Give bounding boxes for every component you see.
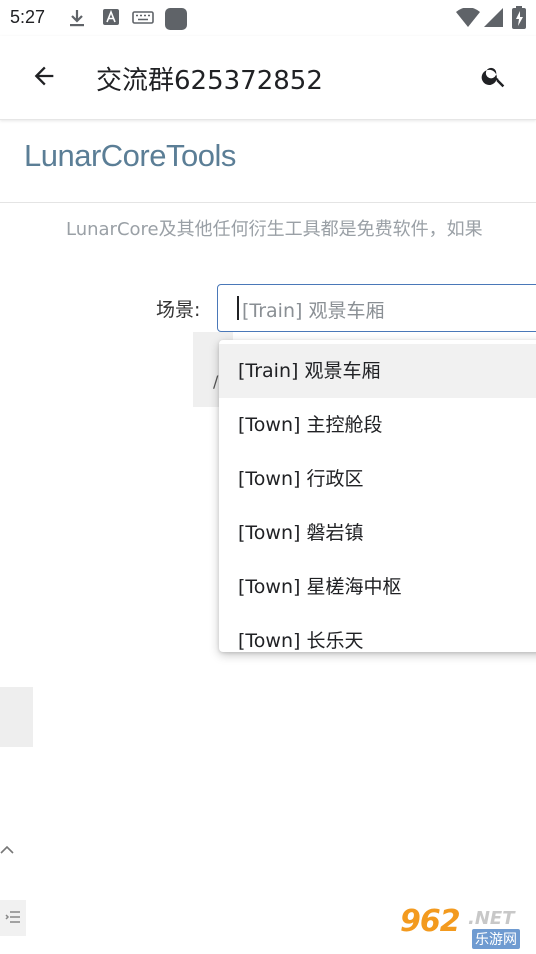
scene-input-placeholder: [Train] 观景车厢 [242, 300, 385, 322]
keyboard-icon [132, 8, 154, 30]
watermark-logo: 962 .NET 乐游网 [396, 904, 532, 950]
a-box-icon [102, 8, 120, 30]
dropdown-item[interactable]: [Town] 行政区 [219, 452, 536, 506]
status-bar: 5:27 [0, 0, 536, 36]
arrow-left-icon [30, 62, 58, 94]
page-heading: LunarCoreTools [24, 138, 236, 173]
app-square-icon [164, 8, 188, 36]
scene-input[interactable]: [Train] 观景车厢 [217, 284, 536, 332]
watermark-caption: 乐游网 [472, 929, 520, 949]
app-title: 交流群625372852 [96, 66, 323, 96]
list-indent-icon [5, 909, 21, 928]
dropdown-item[interactable]: [Town] 长乐天 [219, 614, 536, 652]
dropdown-item[interactable]: [Train] 观景车厢 [219, 344, 536, 398]
obscured-button-label: / [213, 372, 219, 391]
download-icon [68, 8, 86, 32]
divider [0, 202, 536, 203]
scene-dropdown: [Train] 观景车厢 [Town] 主控舱段 [Town] 行政区 [Tow… [219, 340, 536, 652]
scene-label: 场景: [156, 299, 201, 321]
offscreen-panel[interactable] [0, 687, 33, 747]
watermark-suffix: .NET [468, 908, 515, 929]
signal-icon [484, 8, 504, 32]
wifi-icon [456, 7, 480, 32]
chevron-up-icon[interactable] [0, 842, 14, 856]
app-bar: 交流群625372852 [0, 36, 536, 120]
back-button[interactable] [24, 58, 64, 98]
list-toggle-button[interactable] [0, 900, 26, 936]
watermark-number: 962 [400, 904, 461, 939]
battery-charging-icon [512, 6, 526, 34]
search-button[interactable] [474, 58, 514, 98]
search-icon [480, 62, 508, 94]
dropdown-item[interactable]: [Town] 主控舱段 [219, 398, 536, 452]
status-time: 5:27 [10, 7, 46, 27]
dropdown-item[interactable]: [Town] 磐岩镇 [219, 506, 536, 560]
dropdown-item[interactable]: [Town] 星槎海中枢 [219, 560, 536, 614]
free-software-notice: LunarCore及其他任何衍生工具都是免费软件，如果 [66, 219, 483, 240]
text-caret [237, 296, 239, 320]
